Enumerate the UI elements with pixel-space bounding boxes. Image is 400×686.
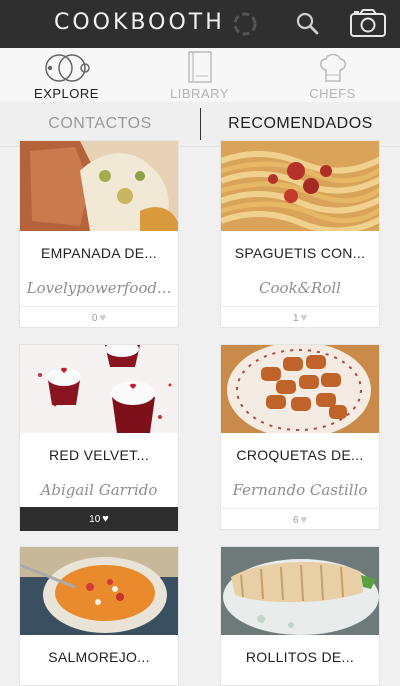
likes-bar[interactable]: 6 ♥ <box>221 508 379 531</box>
likes-bar[interactable]: 10 ♥ <box>20 507 178 531</box>
heart-icon: ♥ <box>102 513 109 525</box>
likes-count: 10 <box>89 514 101 525</box>
recipe-title: EMPANADA DE... <box>41 245 157 261</box>
recipe-image <box>20 345 178 433</box>
main-tabs: EXPLORE LIBRARY CHEFS <box>0 48 400 102</box>
recipe-image <box>221 547 379 635</box>
camera-icon[interactable] <box>349 7 389 44</box>
heart-icon: ♥ <box>300 312 308 324</box>
likes-bar[interactable]: 1 ♥ <box>221 306 379 329</box>
likes-count: 6 <box>292 515 299 526</box>
tab-explore[interactable]: EXPLORE <box>0 48 133 102</box>
recipe-title: SPAGUETIS CON... <box>234 245 366 261</box>
recipe-image <box>221 141 379 231</box>
chef-hat-icon <box>319 53 346 82</box>
recipe-card[interactable]: CROQUETAS DE... Fernando Castillo 6 ♥ <box>220 344 380 530</box>
recipe-card[interactable]: SALMOREJO... <box>19 546 179 686</box>
recipe-image <box>20 547 178 635</box>
recipe-author: Cook&Roll <box>259 279 341 297</box>
recipe-card[interactable]: EMPANADA DE... Lovelypowerfood... 0 ♥ <box>19 140 179 328</box>
recipe-card[interactable]: ROLLITOS DE... <box>220 546 380 686</box>
tab-library-label: LIBRARY <box>170 86 229 101</box>
recipe-card[interactable]: SPAGUETIS CON... Cook&Roll 1 ♥ <box>220 140 380 328</box>
explore-icon <box>44 54 90 82</box>
likes-count: 1 <box>292 313 299 324</box>
heart-icon: ♥ <box>99 312 107 324</box>
recipe-image <box>20 141 178 231</box>
search-icon[interactable] <box>295 11 321 42</box>
heart-icon: ♥ <box>300 514 308 526</box>
tab-chefs[interactable]: CHEFS <box>266 48 399 102</box>
top-bar: COOKBOOTH <box>0 0 400 48</box>
recipe-author: Fernando Castillo <box>232 481 368 499</box>
recipe-author: Abigail Garrido <box>40 481 158 499</box>
library-icon <box>187 51 212 83</box>
sync-icon[interactable] <box>231 10 259 43</box>
app-logo: COOKBOOTH <box>54 10 225 35</box>
tab-chefs-label: CHEFS <box>309 86 356 101</box>
tab-library[interactable]: LIBRARY <box>133 48 266 102</box>
tab-explore-label: EXPLORE <box>34 86 99 101</box>
recipe-title: ROLLITOS DE... <box>245 649 355 665</box>
recipe-title: RED VELVET... <box>48 447 150 463</box>
recipe-card[interactable]: RED VELVET... Abigail Garrido 10 ♥ <box>19 344 179 531</box>
likes-bar[interactable]: 0 ♥ <box>20 306 178 329</box>
recipe-title: CROQUETAS DE... <box>236 447 364 463</box>
recipe-image <box>221 345 379 433</box>
likes-count: 0 <box>91 313 98 324</box>
recipe-author: Lovelypowerfood... <box>26 279 172 297</box>
recipe-title: SALMOREJO... <box>48 649 150 665</box>
